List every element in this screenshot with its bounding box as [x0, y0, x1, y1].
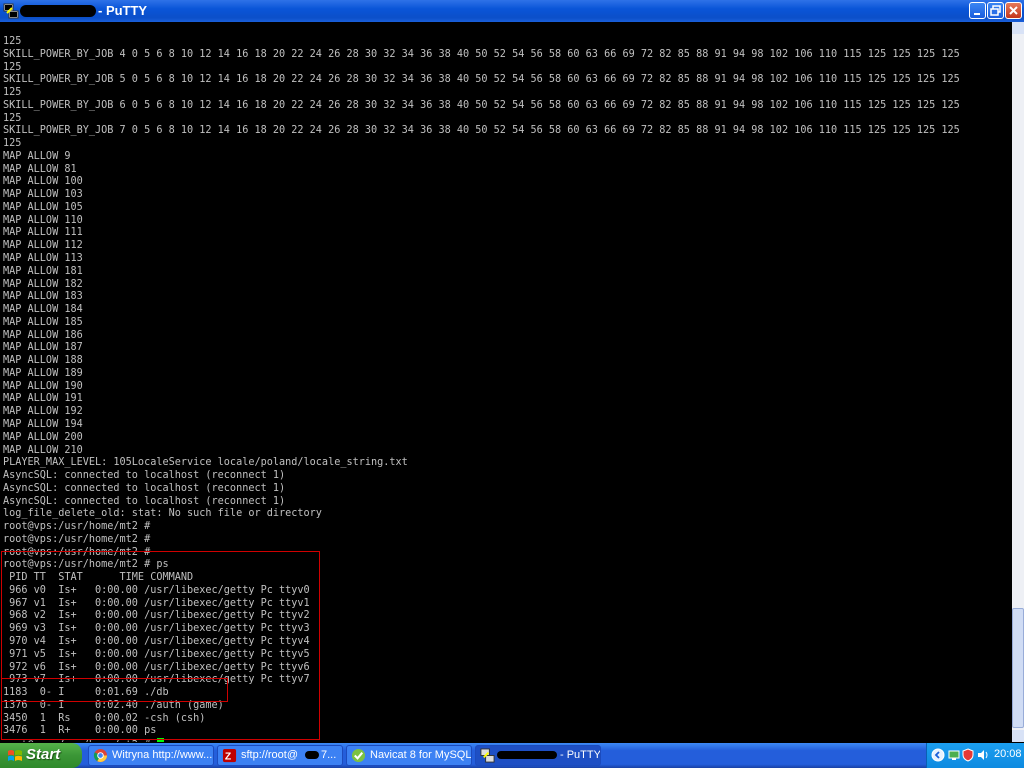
terminal-line: MAP ALLOW 181: [3, 265, 83, 277]
terminal-line: MAP ALLOW 111: [3, 227, 83, 239]
terminal-line: MAP ALLOW 184: [3, 304, 83, 316]
minimize-button[interactable]: [969, 2, 986, 19]
close-icon: [1009, 6, 1018, 15]
terminal-line: MAP ALLOW 105: [3, 201, 83, 213]
terminal-line: MAP ALLOW 103: [3, 189, 83, 201]
terminal-line: log_file_delete_old: stat: No such file …: [3, 508, 322, 520]
terminal-line: SKILL_POWER_BY_JOB 4 0 5 6 8 10 12 14 16…: [3, 48, 960, 60]
terminal-line: root@vps:/usr/home/mt2 #: [3, 533, 151, 545]
terminal-line: MAP ALLOW 189: [3, 367, 83, 379]
terminal-line: MAP ALLOW 194: [3, 418, 83, 430]
volume-icon[interactable]: [976, 748, 990, 762]
close-button[interactable]: [1005, 2, 1022, 19]
terminal-line: 125: [3, 112, 22, 124]
ps-output-highlight: [1, 551, 320, 740]
windows-logo-icon: [8, 750, 22, 761]
taskbar-item-label-suffix: 7...: [321, 749, 337, 761]
redacted-hostname: [497, 751, 557, 759]
start-button[interactable]: Start: [0, 743, 82, 768]
taskbar-item-label: Navicat 8 for MySQL: [370, 749, 472, 761]
terminal-line: 125: [3, 138, 22, 150]
terminal-line: SKILL_POWER_BY_JOB 7 0 5 6 8 10 12 14 16…: [3, 125, 960, 137]
restore-icon: [990, 5, 1001, 16]
network-icon[interactable]: [947, 748, 961, 762]
server-process-highlight: [1, 678, 228, 702]
system-tray: 20:08: [926, 743, 1024, 768]
scrollbar-thumb[interactable]: [1012, 608, 1024, 728]
maximize-button[interactable]: [987, 2, 1004, 19]
scroll-down-button[interactable]: [1012, 730, 1024, 742]
clock: 20:08: [994, 748, 1022, 760]
terminal-line: SKILL_POWER_BY_JOB 6 0 5 6 8 10 12 14 16…: [3, 99, 960, 111]
terminal-line: MAP ALLOW 112: [3, 240, 83, 252]
terminal-line: MAP ALLOW 110: [3, 214, 83, 226]
terminal-line: AsyncSQL: connected to localhost (reconn…: [3, 482, 286, 494]
putty-icon: [3, 3, 19, 19]
terminal-line: MAP ALLOW 191: [3, 393, 83, 405]
taskbar-item-label: sftp://root@: [241, 749, 299, 761]
taskbar-item-putty[interactable]: - PuTTY: [475, 745, 601, 766]
svg-text:Z: Z: [225, 751, 231, 762]
terminal-prompt: root@vps:/usr/home/mt2 #: [3, 740, 156, 742]
terminal-line: MAP ALLOW 185: [3, 316, 83, 328]
terminal-line: root@vps:/usr/home/mt2 #: [3, 521, 151, 533]
taskbar-item-label: Witryna http://www....: [112, 749, 214, 761]
terminal-line: 125: [3, 36, 22, 47]
redacted-address: [305, 751, 319, 759]
terminal-line: MAP ALLOW 200: [3, 431, 83, 443]
navicat-icon: [351, 748, 366, 763]
putty-icon: [480, 748, 495, 763]
terminal-line: MAP ALLOW 187: [3, 342, 83, 354]
security-shield-icon[interactable]: [961, 748, 975, 762]
terminal-line: MAP ALLOW 9: [3, 150, 71, 162]
expand-tray-icon[interactable]: [931, 748, 945, 762]
title-bar[interactable]: - PuTTY: [0, 0, 1024, 22]
terminal-line: MAP ALLOW 190: [3, 380, 83, 392]
terminal-line: MAP ALLOW 188: [3, 355, 83, 367]
taskbar-item-sftp[interactable]: Z sftp://root@ 7...: [217, 745, 343, 766]
start-label: Start: [26, 746, 61, 763]
scroll-up-button[interactable]: [1012, 22, 1024, 34]
terminal-line: AsyncSQL: connected to localhost (reconn…: [3, 470, 286, 482]
terminal-line: MAP ALLOW 183: [3, 291, 83, 303]
terminal-line: MAP ALLOW 210: [3, 444, 83, 456]
filezilla-icon: Z: [222, 748, 237, 762]
terminal-line: MAP ALLOW 186: [3, 329, 83, 341]
terminal-area[interactable]: 125 SKILL_POWER_BY_JOB 4 0 5 6 8 10 12 14…: [0, 22, 1012, 742]
taskbar-item-chrome[interactable]: Witryna http://www....: [88, 745, 214, 766]
terminal-line: MAP ALLOW 81: [3, 163, 77, 175]
terminal-line: PLAYER_MAX_LEVEL: 105LocaleService local…: [3, 457, 408, 469]
terminal-line: AsyncSQL: connected to localhost (reconn…: [3, 495, 286, 507]
terminal-line: MAP ALLOW 113: [3, 253, 83, 265]
terminal-line: 125: [3, 61, 22, 73]
terminal-line: 125: [3, 87, 22, 99]
taskbar: Start Witryna http://www.... Z sftp://ro…: [0, 743, 1024, 768]
chrome-icon: [93, 748, 108, 763]
minimize-icon: [974, 13, 980, 15]
redacted-hostname: [20, 5, 96, 17]
terminal-scrollbar[interactable]: [1012, 22, 1024, 742]
taskbar-item-label: - PuTTY: [560, 749, 601, 761]
terminal-line: MAP ALLOW 100: [3, 176, 83, 188]
window-title: - PuTTY: [98, 3, 148, 18]
terminal-line: MAP ALLOW 192: [3, 406, 83, 418]
taskbar-item-navicat[interactable]: Navicat 8 for MySQL: [346, 745, 472, 766]
terminal-line: MAP ALLOW 182: [3, 278, 83, 290]
terminal-line: SKILL_POWER_BY_JOB 5 0 5 6 8 10 12 14 16…: [3, 74, 960, 86]
